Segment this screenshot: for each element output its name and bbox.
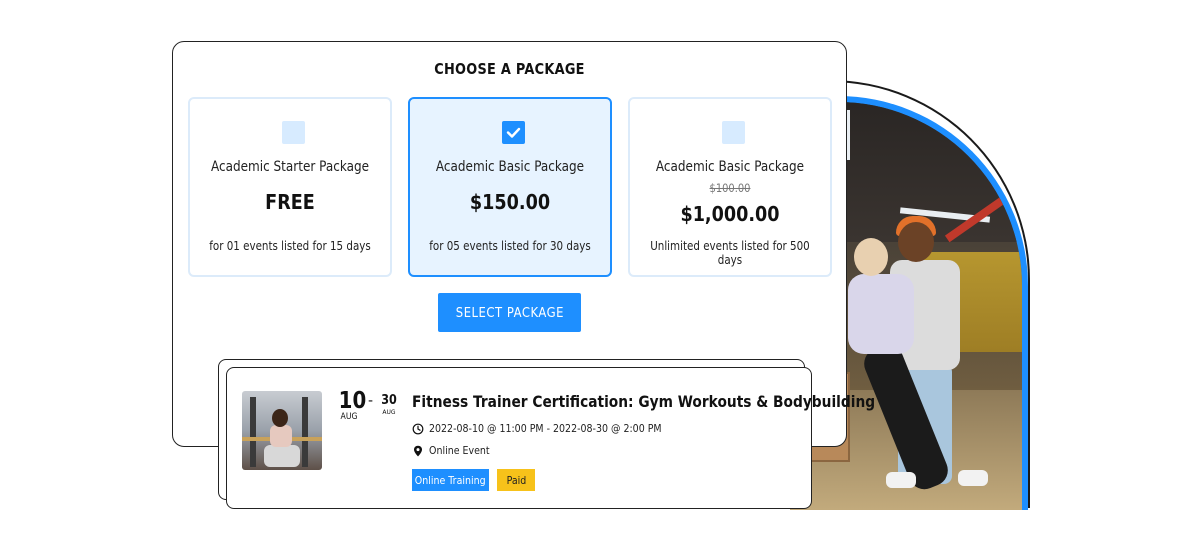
package-description: Unlimited events listed for 500 days xyxy=(650,239,810,267)
event-start-month: AUG xyxy=(340,412,358,422)
package-option-starter[interactable]: Academic Starter Package FREE for 01 eve… xyxy=(188,97,392,277)
event-start-date: 10 AUG xyxy=(337,388,367,422)
event-thumbnail[interactable] xyxy=(242,391,322,470)
event-card[interactable]: 10 AUG - 30 AUG Fitness Trainer Certific… xyxy=(226,367,875,509)
event-start-day: 10 xyxy=(338,388,367,414)
event-title[interactable]: Fitness Trainer Certification: Gym Worko… xyxy=(412,392,875,411)
package-option-unlimited[interactable]: Academic Basic Package $100.00 $1,000.00… xyxy=(628,97,832,277)
event-datetime-row: 2022-08-10 @ 11:00 PM - 2022-08-30 @ 2:0… xyxy=(412,422,699,435)
package-selector-title: CHOOSE A PACKAGE xyxy=(434,60,585,78)
event-location: Online Event xyxy=(429,444,490,457)
package-description: for 05 events listed for 30 days xyxy=(429,239,591,253)
tag-online-training-label: Online Training xyxy=(415,473,486,487)
package-name: Academic Basic Package xyxy=(655,159,805,175)
tag-paid-label: Paid xyxy=(506,473,526,487)
tag-online-training[interactable]: Online Training xyxy=(412,469,489,491)
event-date-separator: - xyxy=(368,393,374,409)
clock-icon xyxy=(412,423,424,434)
package-price: $150.00 xyxy=(469,190,551,214)
package-name: Academic Starter Package xyxy=(210,159,370,175)
package-option-basic[interactable]: Academic Basic Package $150.00 for 05 ev… xyxy=(408,97,612,277)
select-package-button[interactable]: SELECT PACKAGE xyxy=(438,293,581,332)
check-icon xyxy=(506,127,521,138)
event-end-date: 30 AUG xyxy=(380,393,398,416)
package-checkbox-checked[interactable] xyxy=(502,121,525,144)
package-old-price: $100.00 xyxy=(709,181,751,195)
package-name: Academic Basic Package xyxy=(435,159,585,175)
select-package-button-label: SELECT PACKAGE xyxy=(455,304,564,321)
map-pin-icon xyxy=(414,445,422,456)
package-description: for 01 events listed for 15 days xyxy=(209,239,371,253)
package-checkbox[interactable] xyxy=(282,121,305,144)
package-price: $1,000.00 xyxy=(680,202,780,226)
event-end-day: 30 xyxy=(381,393,397,408)
tag-paid[interactable]: Paid xyxy=(497,469,535,491)
package-checkbox[interactable] xyxy=(722,121,745,144)
event-location-row: Online Event xyxy=(412,444,500,457)
package-price: FREE xyxy=(265,190,315,214)
event-datetime: 2022-08-10 @ 11:00 PM - 2022-08-30 @ 2:0… xyxy=(429,422,662,435)
event-end-month: AUG xyxy=(382,409,396,416)
